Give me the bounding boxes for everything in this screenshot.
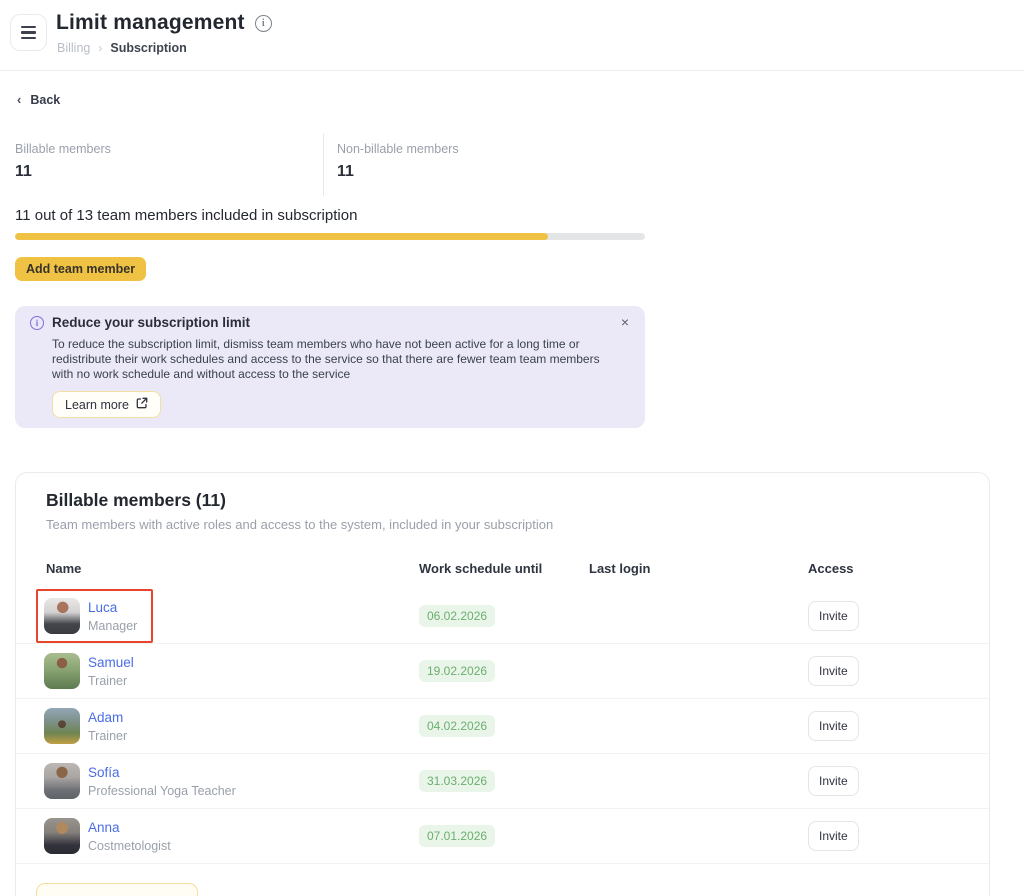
work-schedule-badge: 04.02.2026 (419, 715, 495, 737)
member-role: Trainer (88, 729, 127, 743)
subscription-progress-bar (15, 233, 645, 240)
name-cell: Samuel Trainer (46, 644, 419, 698)
page-title-row: Limit management i (56, 11, 272, 35)
member-role: Manager (88, 619, 137, 633)
invite-button[interactable]: Invite (808, 601, 859, 631)
billable-members-label: Billable members (15, 134, 323, 156)
work-schedule-cell: 31.03.2026 (419, 770, 589, 792)
person: Luca Manager (36, 589, 153, 643)
member-name-link[interactable]: Adam (88, 710, 127, 725)
non-billable-members-value: 11 (337, 163, 645, 181)
member-role: Costmetologist (88, 839, 171, 853)
chevron-right-icon: › (98, 41, 102, 55)
access-cell: Invite (808, 601, 959, 631)
learn-more-label: Learn more (65, 398, 129, 412)
invite-button[interactable]: Invite (808, 656, 859, 686)
person: Adam Trainer (36, 699, 143, 753)
avatar[interactable] (44, 598, 80, 634)
breadcrumb-billing[interactable]: Billing (57, 41, 90, 55)
external-link-icon (136, 397, 148, 412)
notice-body: To reduce the subscription limit, dismis… (52, 337, 614, 382)
name-cell: Sofía Professional Yoga Teacher (46, 754, 419, 808)
partial-bottom-button[interactable] (36, 883, 198, 896)
table-row: Samuel Trainer 19.02.2026 Invite (16, 644, 989, 699)
work-schedule-cell: 19.02.2026 (419, 660, 589, 682)
avatar[interactable] (44, 818, 80, 854)
avatar[interactable] (44, 763, 80, 799)
table-row: Anna Costmetologist 07.01.2026 Invite (16, 809, 989, 864)
name-cell: Adam Trainer (46, 699, 419, 753)
table-header: Name Work schedule until Last login Acce… (16, 561, 989, 576)
chevron-left-icon: ‹ (17, 92, 21, 107)
member-name-link[interactable]: Anna (88, 820, 171, 835)
add-team-member-button[interactable]: Add team member (15, 257, 146, 281)
learn-more-button[interactable]: Learn more (52, 391, 161, 418)
name-cell: Luca Manager (46, 589, 419, 643)
breadcrumb-subscription[interactable]: Subscription (110, 41, 186, 55)
member-stats: Billable members 11 Non-billable members… (15, 134, 645, 196)
limit-management-page: Limit management i Billing › Subscriptio… (0, 0, 1024, 896)
work-schedule-badge: 06.02.2026 (419, 605, 495, 627)
invite-button[interactable]: Invite (808, 821, 859, 851)
table-row: Luca Manager 06.02.2026 Invite (16, 589, 989, 644)
breadcrumb: Billing › Subscription (57, 41, 187, 55)
subscription-usage-summary: 11 out of 13 team members included in su… (15, 207, 357, 224)
stats-divider (323, 134, 324, 196)
work-schedule-badge: 31.03.2026 (419, 770, 495, 792)
non-billable-members-stat: Non-billable members 11 (337, 134, 645, 196)
member-role: Trainer (88, 674, 134, 688)
back-label: Back (30, 93, 60, 107)
column-header-work-schedule: Work schedule until (419, 561, 589, 576)
billable-members-card-title: Billable members (11) (46, 490, 226, 511)
avatar[interactable] (44, 653, 80, 689)
person: Sofía Professional Yoga Teacher (36, 754, 252, 808)
billable-members-card-subtitle: Team members with active roles and acces… (46, 517, 553, 532)
column-header-access: Access (808, 561, 959, 576)
back-button[interactable]: ‹ Back (17, 92, 60, 107)
non-billable-members-label: Non-billable members (337, 134, 645, 156)
name-cell: Anna Costmetologist (46, 809, 419, 863)
work-schedule-cell: 07.01.2026 (419, 825, 589, 847)
billable-members-value: 11 (15, 163, 323, 181)
work-schedule-cell: 04.02.2026 (419, 715, 589, 737)
reduce-limit-notice: i Reduce your subscription limit To redu… (15, 306, 645, 428)
member-name-link[interactable]: Sofía (88, 765, 236, 780)
person: Samuel Trainer (36, 644, 150, 698)
access-cell: Invite (808, 766, 959, 796)
menu-button[interactable] (10, 14, 47, 51)
table-row: Sofía Professional Yoga Teacher 31.03.20… (16, 754, 989, 809)
table-row: Adam Trainer 04.02.2026 Invite (16, 699, 989, 754)
header-divider (0, 70, 1024, 71)
info-icon[interactable]: i (255, 15, 272, 32)
subscription-progress-fill (15, 233, 548, 240)
access-cell: Invite (808, 656, 959, 686)
work-schedule-cell: 06.02.2026 (419, 605, 589, 627)
person: Anna Costmetologist (36, 809, 187, 863)
member-name-link[interactable]: Luca (88, 600, 137, 615)
work-schedule-badge: 07.01.2026 (419, 825, 495, 847)
avatar[interactable] (44, 708, 80, 744)
column-header-name: Name (46, 561, 419, 576)
billable-members-stat: Billable members 11 (15, 134, 323, 196)
access-cell: Invite (808, 711, 959, 741)
column-header-last-login: Last login (589, 561, 808, 576)
menu-icon (21, 26, 36, 39)
invite-button[interactable]: Invite (808, 766, 859, 796)
members-table-body: Luca Manager 06.02.2026 Invite Samuel Tr… (16, 589, 989, 864)
member-name-link[interactable]: Samuel (88, 655, 134, 670)
member-role: Professional Yoga Teacher (88, 784, 236, 798)
info-icon: i (30, 316, 44, 330)
work-schedule-badge: 19.02.2026 (419, 660, 495, 682)
billable-members-card: Billable members (11) Team members with … (15, 472, 990, 896)
notice-title: Reduce your subscription limit (52, 315, 250, 330)
access-cell: Invite (808, 821, 959, 851)
page-title: Limit management (56, 11, 245, 35)
invite-button[interactable]: Invite (808, 711, 859, 741)
close-icon[interactable]: × (621, 315, 629, 329)
